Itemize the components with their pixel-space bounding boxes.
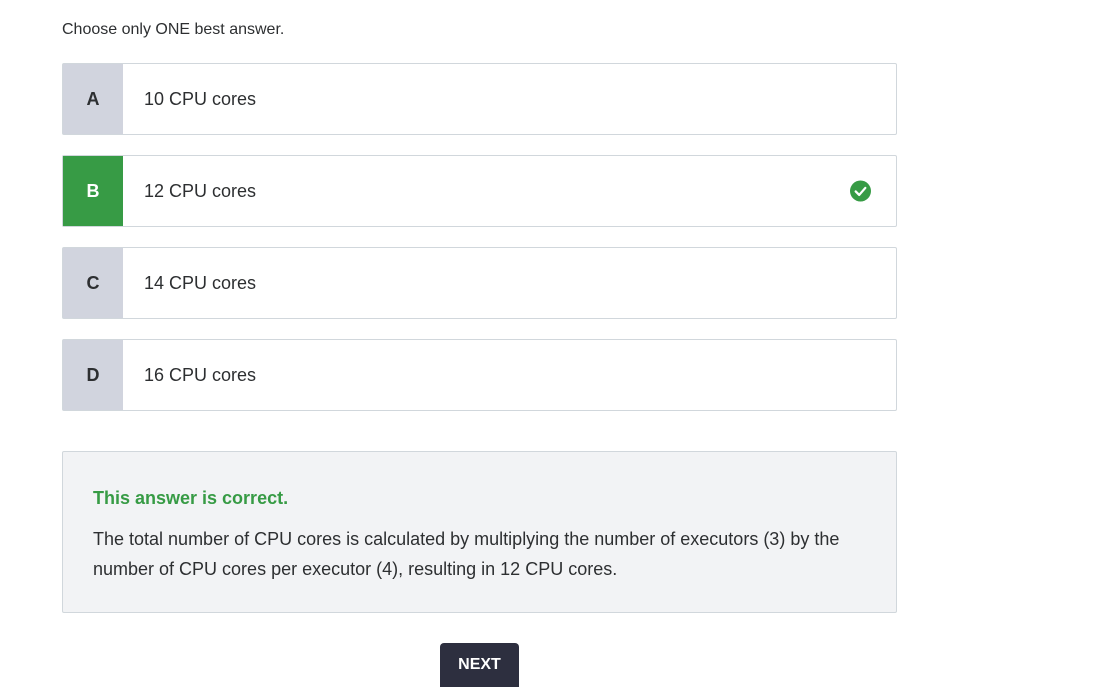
feedback-panel: This answer is correct. The total number… — [62, 451, 897, 613]
option-label: 16 CPU cores — [144, 364, 257, 385]
option-a[interactable]: A 10 CPU cores — [62, 63, 897, 135]
check-circle-icon — [850, 180, 871, 202]
option-label: 12 CPU cores — [144, 180, 257, 201]
option-letter: A — [63, 64, 123, 134]
option-label: 10 CPU cores — [144, 88, 257, 109]
quiz-page: Choose only ONE best answer. A 10 CPU co… — [0, 0, 1096, 687]
option-label: 14 CPU cores — [144, 272, 257, 293]
option-d[interactable]: D 16 CPU cores — [62, 339, 897, 411]
feedback-title: This answer is correct. — [93, 488, 289, 508]
option-letter: B — [63, 156, 123, 226]
feedback-explanation: The total number of CPU cores is calcula… — [93, 529, 840, 579]
next-button[interactable]: NEXT — [440, 643, 519, 687]
answer-options: A 10 CPU cores B 12 CPU cores C 14 CPU c… — [62, 63, 897, 431]
instruction-text: Choose only ONE best answer. — [62, 21, 285, 38]
option-letter: D — [63, 340, 123, 410]
option-letter: C — [63, 248, 123, 318]
option-c[interactable]: C 14 CPU cores — [62, 247, 897, 319]
option-b[interactable]: B 12 CPU cores — [62, 155, 897, 227]
